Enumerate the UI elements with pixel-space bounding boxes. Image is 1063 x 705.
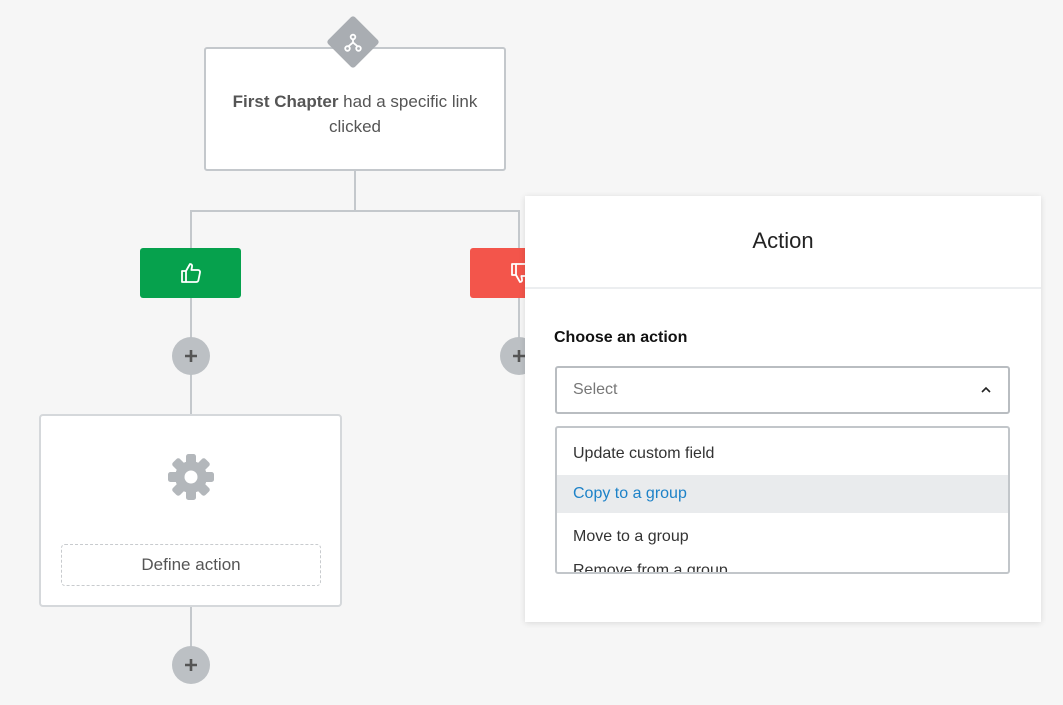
plus-icon: [185, 350, 197, 362]
option-remove-from-group[interactable]: Remove from a group: [557, 552, 1008, 572]
add-step-button-yes[interactable]: [172, 337, 210, 375]
option-move-to-group[interactable]: Move to a group: [557, 518, 1008, 556]
action-step-card[interactable]: Define action: [39, 414, 342, 607]
yes-branch-button[interactable]: [140, 248, 241, 298]
choose-action-label: Choose an action: [554, 329, 688, 346]
plus-icon: [185, 659, 197, 671]
add-step-button-bottom[interactable]: [172, 646, 210, 684]
thumbs-up-icon: [180, 263, 201, 283]
condition-text: First Chapter had a specific link clicke…: [206, 89, 504, 139]
connector-yes-low: [190, 374, 192, 414]
action-dropdown-list[interactable]: Update custom field Copy to a group Move…: [555, 426, 1010, 574]
gear-icon: [168, 454, 214, 500]
connector-yes-bottom: [190, 607, 192, 647]
panel-title: Action: [752, 228, 814, 253]
select-placeholder: Select: [573, 381, 618, 398]
connector-no-mid: [518, 298, 520, 338]
chevron-up-icon: [981, 386, 991, 393]
define-action-button[interactable]: Define action: [61, 544, 321, 586]
option-copy-to-group[interactable]: Copy to a group: [557, 475, 1008, 513]
action-panel: Action Choose an action Select Update cu…: [525, 196, 1041, 622]
panel-divider: [525, 287, 1041, 289]
connector-yes-top: [190, 210, 192, 248]
connector-horizontal: [190, 210, 520, 212]
connector-yes-mid: [190, 298, 192, 338]
connector-trunk: [354, 171, 356, 211]
condition-node-name: First Chapter: [232, 92, 339, 111]
plus-icon: [513, 350, 525, 362]
split-branch-icon: [344, 33, 362, 52]
connector-no-top: [518, 210, 520, 248]
option-update-custom-field[interactable]: Update custom field: [557, 435, 1008, 473]
condition-node-description: had a specific link clicked: [329, 92, 478, 136]
action-select[interactable]: Select: [555, 366, 1010, 414]
